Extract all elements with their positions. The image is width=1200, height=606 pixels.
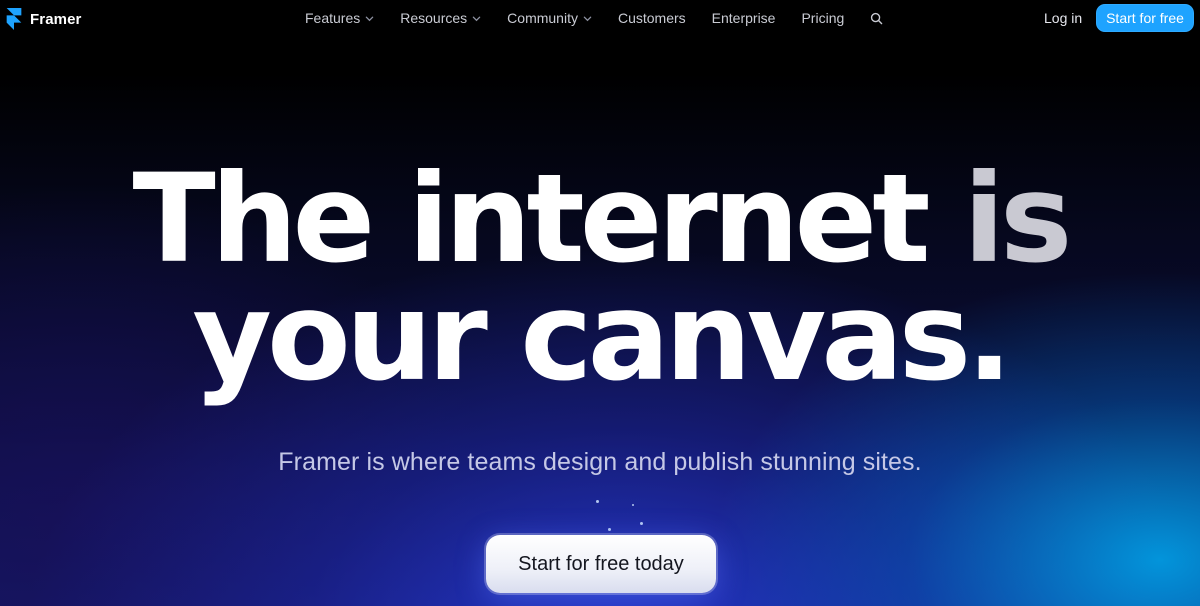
sparkle-decoration xyxy=(596,500,599,503)
top-nav: Framer Features Resources Community Cust… xyxy=(0,0,1200,38)
nav-item-label: Pricing xyxy=(801,10,845,26)
login-link[interactable]: Log in xyxy=(1044,10,1082,26)
sparkle-decoration xyxy=(640,522,643,525)
chevron-down-icon xyxy=(365,16,374,21)
hero-title: The internet is your canvas. xyxy=(0,148,1200,408)
nav-item-customers[interactable]: Customers xyxy=(618,10,686,26)
hero-subtitle: Framer is where teams design and publish… xyxy=(278,448,922,476)
nav-item-enterprise[interactable]: Enterprise xyxy=(712,10,776,26)
framer-logo-icon xyxy=(6,8,22,30)
nav-menu: Features Resources Community Customers E… xyxy=(305,10,883,26)
start-for-free-button[interactable]: Start for free xyxy=(1096,4,1194,32)
chevron-down-icon xyxy=(583,16,592,21)
nav-item-pricing[interactable]: Pricing xyxy=(801,10,844,26)
search-icon[interactable] xyxy=(870,12,883,25)
sparkle-decoration xyxy=(632,504,634,506)
start-for-free-today-button[interactable]: Start for free today xyxy=(486,535,716,593)
nav-item-label: Enterprise xyxy=(711,10,776,26)
brand-link[interactable]: Framer xyxy=(6,8,81,30)
sparkle-decoration xyxy=(608,528,611,531)
nav-item-resources[interactable]: Resources xyxy=(400,10,481,26)
hero-title-line-2: your canvas. xyxy=(192,266,1012,408)
chevron-down-icon xyxy=(472,16,481,21)
nav-item-label: Community xyxy=(507,10,578,26)
nav-item-label: Features xyxy=(305,10,361,26)
hero-title-line-1: The internet is xyxy=(132,148,1072,290)
nav-item-label: Customers xyxy=(617,10,686,26)
nav-item-features[interactable]: Features xyxy=(305,10,374,26)
brand-name: Framer xyxy=(30,10,82,28)
page: Framer Features Resources Community Cust… xyxy=(0,0,1200,606)
nav-item-community[interactable]: Community xyxy=(507,10,592,26)
nav-item-label: Resources xyxy=(400,10,468,26)
